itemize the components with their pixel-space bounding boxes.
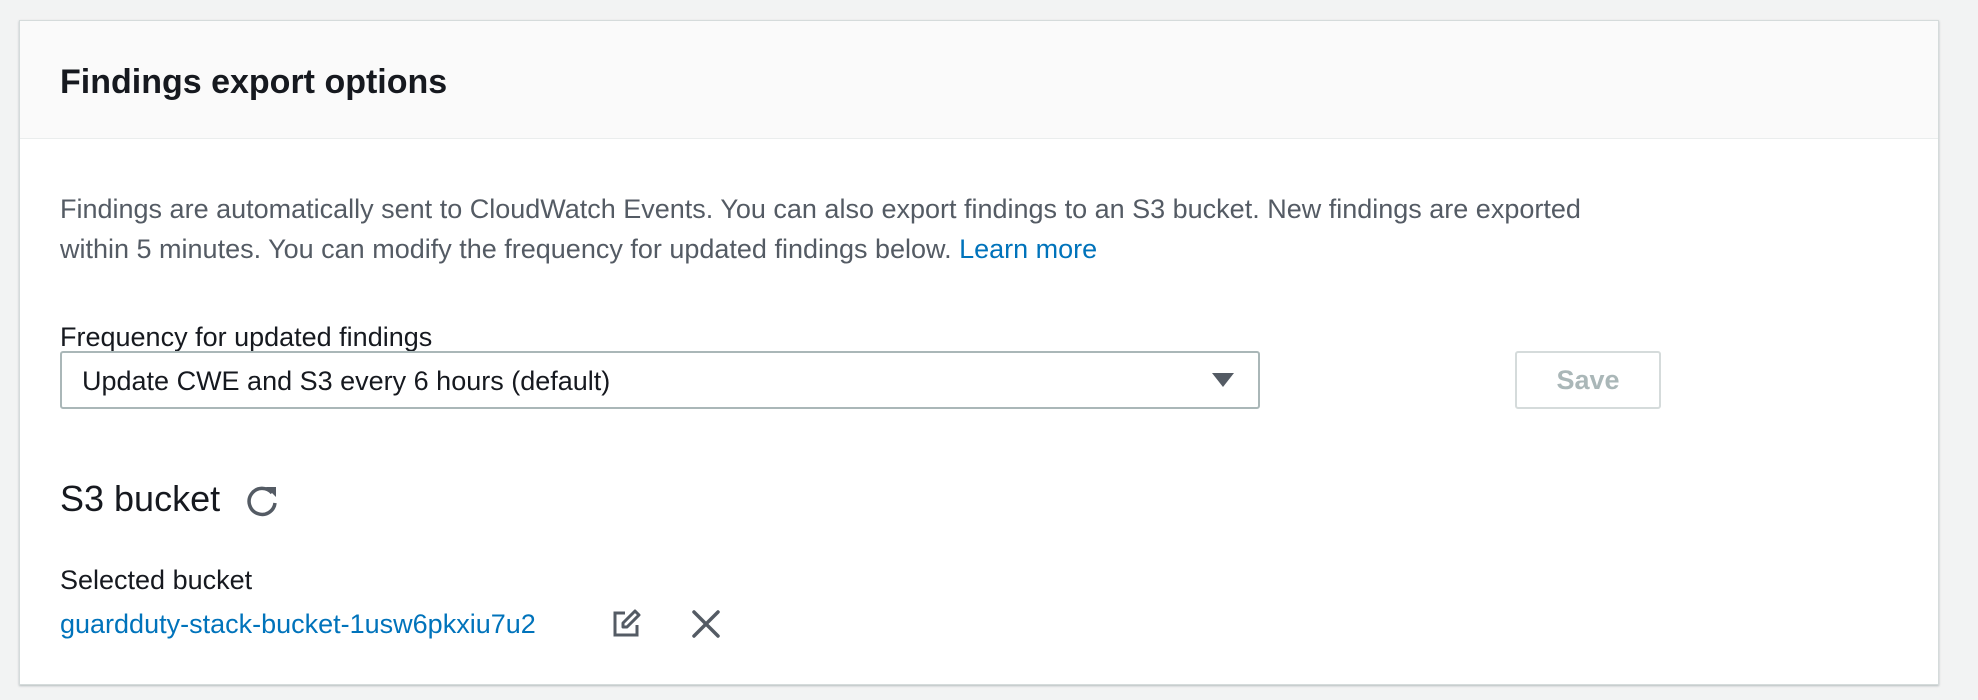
bucket-link[interactable]: guardduty-stack-bucket-1usw6pkxiu7u2 xyxy=(60,607,536,641)
caret-down-icon xyxy=(1212,373,1234,387)
selected-bucket-label: Selected bucket xyxy=(60,565,253,595)
save-button[interactable]: Save xyxy=(1515,351,1661,409)
panel-title: Findings export options xyxy=(60,63,448,101)
description-text: Findings are automatically sent to Cloud… xyxy=(60,194,1581,264)
description: Findings are automatically sent to Cloud… xyxy=(60,189,1620,269)
frequency-label: Frequency for updated findings xyxy=(60,322,433,352)
frequency-selected-value: Update CWE and S3 every 6 hours (default… xyxy=(82,366,611,396)
s3-bucket-heading: S3 bucket xyxy=(60,478,221,519)
close-icon[interactable] xyxy=(689,607,723,641)
learn-more-link[interactable]: Learn more xyxy=(959,234,1097,264)
panel-header: Findings export options xyxy=(20,21,1938,139)
frequency-select[interactable]: Update CWE and S3 every 6 hours (default… xyxy=(60,351,1260,409)
refresh-icon[interactable] xyxy=(242,481,282,521)
edit-icon[interactable] xyxy=(609,607,643,641)
findings-export-panel: Findings export options Findings are aut… xyxy=(19,20,1939,685)
